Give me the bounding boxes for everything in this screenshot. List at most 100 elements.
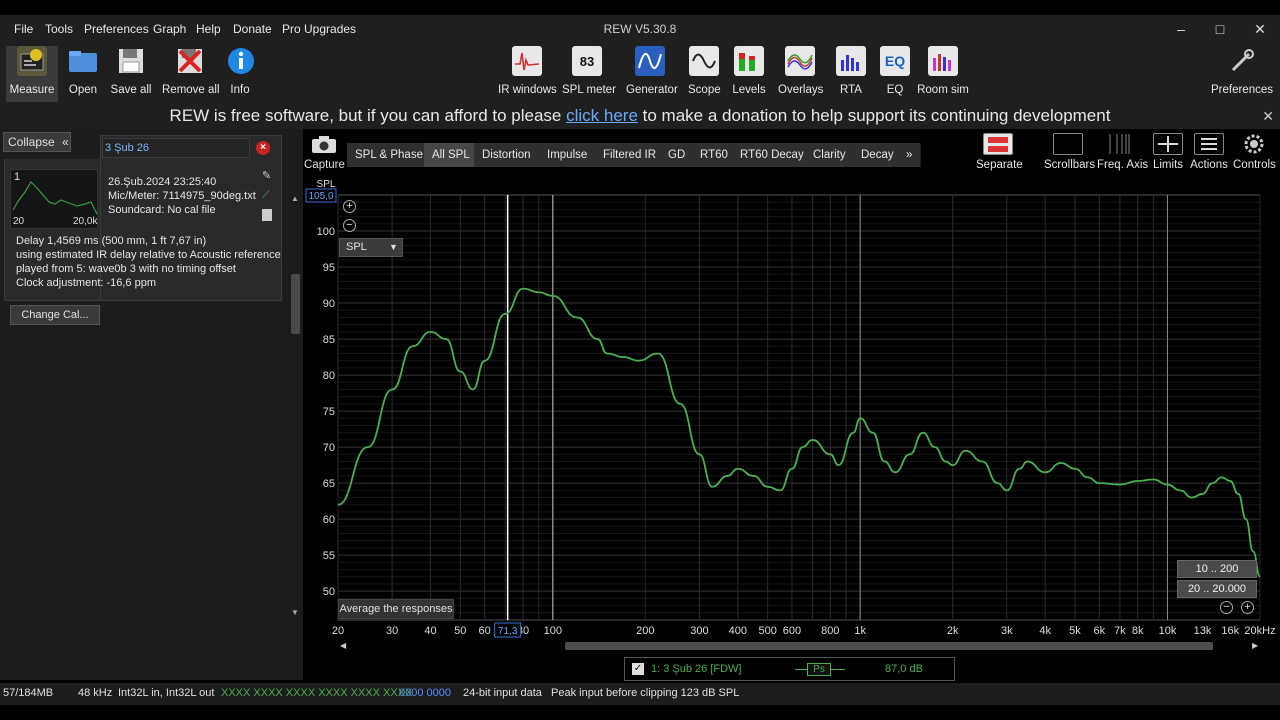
tab-rt60-decay[interactable]: RT60 Decay xyxy=(732,143,813,167)
menu-tools[interactable]: Tools xyxy=(45,22,73,36)
generator-icon xyxy=(635,46,665,76)
tab-clarity[interactable]: Clarity xyxy=(805,143,855,167)
trace-visibility-checkbox[interactable]: ✓ xyxy=(632,663,644,675)
x-tick-label: 20kHz xyxy=(1244,625,1275,637)
gear-icon xyxy=(1239,133,1269,155)
document-icon[interactable] xyxy=(262,209,272,221)
y-tick-label: 50 xyxy=(323,586,335,598)
mic-cal-icon: ⟋ xyxy=(262,189,270,201)
menu-help[interactable]: Help xyxy=(196,22,221,36)
spl-meter-button[interactable]: 83 SPL meter xyxy=(562,46,616,102)
tab-decay[interactable]: Decay xyxy=(853,143,903,167)
overlays-button[interactable]: Overlays xyxy=(778,46,823,102)
zoom-out-icon[interactable]: − xyxy=(1220,601,1233,614)
actions-button[interactable]: Actions xyxy=(1190,133,1228,171)
x-tick-label: 100 xyxy=(544,625,562,637)
left-panel-scrollbar[interactable] xyxy=(290,189,300,679)
status-input-levels: XXXX XXXX XXXX XXXX XXXX XXXX xyxy=(221,687,413,699)
scroll-down-icon[interactable]: ▼ xyxy=(291,608,299,617)
scope-button[interactable]: Scope xyxy=(688,46,721,102)
menu-donate[interactable]: Donate xyxy=(233,22,272,36)
chevron-down-icon: ▼ xyxy=(389,242,398,252)
minimize-button[interactable]: – xyxy=(1166,19,1196,39)
spl-dropdown[interactable]: SPL ▼ xyxy=(339,238,403,257)
y-zoom-in-icon[interactable]: + xyxy=(343,200,356,213)
zoom-in-icon[interactable]: + xyxy=(1241,601,1254,614)
measurement-name-field[interactable]: 3 Şub 26 xyxy=(102,138,250,158)
capture-button[interactable]: Capture xyxy=(304,134,345,171)
scroll-left-icon[interactable]: ◀ xyxy=(340,641,346,650)
status-output-levels: 0000 0000 xyxy=(399,687,451,699)
collapse-button[interactable]: Collapse « xyxy=(3,132,71,152)
limits-icon xyxy=(1153,133,1183,155)
left-panel-scroll-thumb[interactable] xyxy=(291,274,300,334)
x-tick-label: 13k xyxy=(1194,625,1212,637)
delete-measurement-icon[interactable]: × xyxy=(256,141,270,155)
ir-windows-icon xyxy=(512,46,542,76)
trace-ps-badge[interactable]: Ps xyxy=(807,663,831,676)
change-cal-button[interactable]: Change Cal... xyxy=(10,305,100,325)
menu-graph[interactable]: Graph xyxy=(153,22,186,36)
eq-button[interactable]: EQ EQ xyxy=(880,46,910,102)
frequency-response-chart[interactable]: 50 55 60 65 70 75 80 85 90 95 100 105,0SPL 20 30 40 50 6… xyxy=(304,180,1280,640)
save-all-button[interactable]: Save all xyxy=(110,46,152,102)
controls-button[interactable]: Controls xyxy=(1233,133,1276,171)
range-10-200-button[interactable]: 10 .. 200 xyxy=(1177,560,1257,578)
y-tick-label: 100 xyxy=(317,226,335,238)
x-tick-label: 4k xyxy=(1039,625,1051,637)
x-tick-label: 20 xyxy=(332,625,344,637)
edit-notes-icon[interactable]: ✎ xyxy=(262,169,271,182)
measurement-thumbnail[interactable]: 1 20 20,0k xyxy=(10,169,98,229)
main-toolbar: Measure Open Save all Remove all Info IR… xyxy=(0,43,1280,103)
menu-file[interactable]: File xyxy=(14,22,33,36)
x-tick-label: 1k xyxy=(854,625,866,637)
measurements-panel: Collapse « 3 Şub 26 × 1 20 20,0k 26.Şub.… xyxy=(0,129,303,680)
scroll-up-icon[interactable]: ▲ xyxy=(291,194,299,203)
tab-impulse[interactable]: Impulse xyxy=(539,143,597,167)
preferences-button[interactable]: Preferences xyxy=(1210,46,1274,102)
levels-button[interactable]: Levels xyxy=(732,46,766,102)
range-20-20000-button[interactable]: 20 .. 20.000 xyxy=(1177,580,1257,598)
banner-close-icon[interactable]: ✕ xyxy=(1262,103,1274,129)
tab-gd[interactable]: GD xyxy=(660,143,695,167)
x-tick-label: 5k xyxy=(1069,625,1081,637)
tab-filtered-ir[interactable]: Filtered IR xyxy=(595,143,666,167)
menu-pro-upgrades[interactable]: Pro Upgrades xyxy=(282,22,356,36)
generator-button[interactable]: Generator xyxy=(626,46,678,102)
limits-button[interactable]: Limits xyxy=(1152,133,1184,171)
rta-button[interactable]: RTA xyxy=(836,46,866,102)
tab-rt60[interactable]: RT60 xyxy=(692,143,737,167)
room-sim-button[interactable]: Room sim xyxy=(916,46,970,102)
donation-link[interactable]: click here xyxy=(566,106,638,125)
menu-preferences[interactable]: Preferences xyxy=(84,22,149,36)
separate-button[interactable]: Separate xyxy=(976,133,1023,171)
scrollbars-button[interactable]: Scrollbars xyxy=(1044,133,1095,171)
scroll-right-icon[interactable]: ▶ xyxy=(1252,641,1258,650)
room-sim-icon xyxy=(928,46,958,76)
x-tick-label: 60 xyxy=(479,625,491,637)
x-tick-label: 50 xyxy=(454,625,466,637)
ir-windows-button[interactable]: IR windows xyxy=(498,46,557,102)
tab-all-spl[interactable]: All SPL xyxy=(424,143,479,167)
average-responses-button[interactable]: Average the responses xyxy=(338,599,454,619)
delay-line-3: played from 5: wave0b 3 with no timing o… xyxy=(16,263,236,275)
y-zoom-out-icon[interactable]: − xyxy=(343,219,356,232)
tab-spl-phase[interactable]: SPL & Phase xyxy=(347,143,432,167)
measure-button[interactable]: Measure xyxy=(6,46,58,102)
actions-icon xyxy=(1194,133,1224,155)
tabs-more-icon[interactable]: » xyxy=(898,143,922,167)
remove-all-button[interactable]: Remove all xyxy=(162,46,220,102)
tab-distortion[interactable]: Distortion xyxy=(474,143,540,167)
status-bar: 57/184MB 48 kHz Int32L in, Int32L out XX… xyxy=(0,683,1280,705)
folder-icon xyxy=(68,46,98,76)
open-button[interactable]: Open xyxy=(64,46,102,102)
x-tick-label: 800 xyxy=(821,625,839,637)
cursor-readout: 71,3 xyxy=(498,626,518,637)
close-window-button[interactable]: ✕ xyxy=(1245,19,1275,39)
freq-axis-button[interactable]: Freq. Axis xyxy=(1097,133,1148,171)
info-button[interactable]: Info xyxy=(226,46,254,102)
y-tick-label: 80 xyxy=(323,370,335,382)
maximize-button[interactable]: □ xyxy=(1205,19,1235,39)
horizontal-scroll-thumb[interactable] xyxy=(565,642,1213,650)
y-tick-label: 60 xyxy=(323,514,335,526)
